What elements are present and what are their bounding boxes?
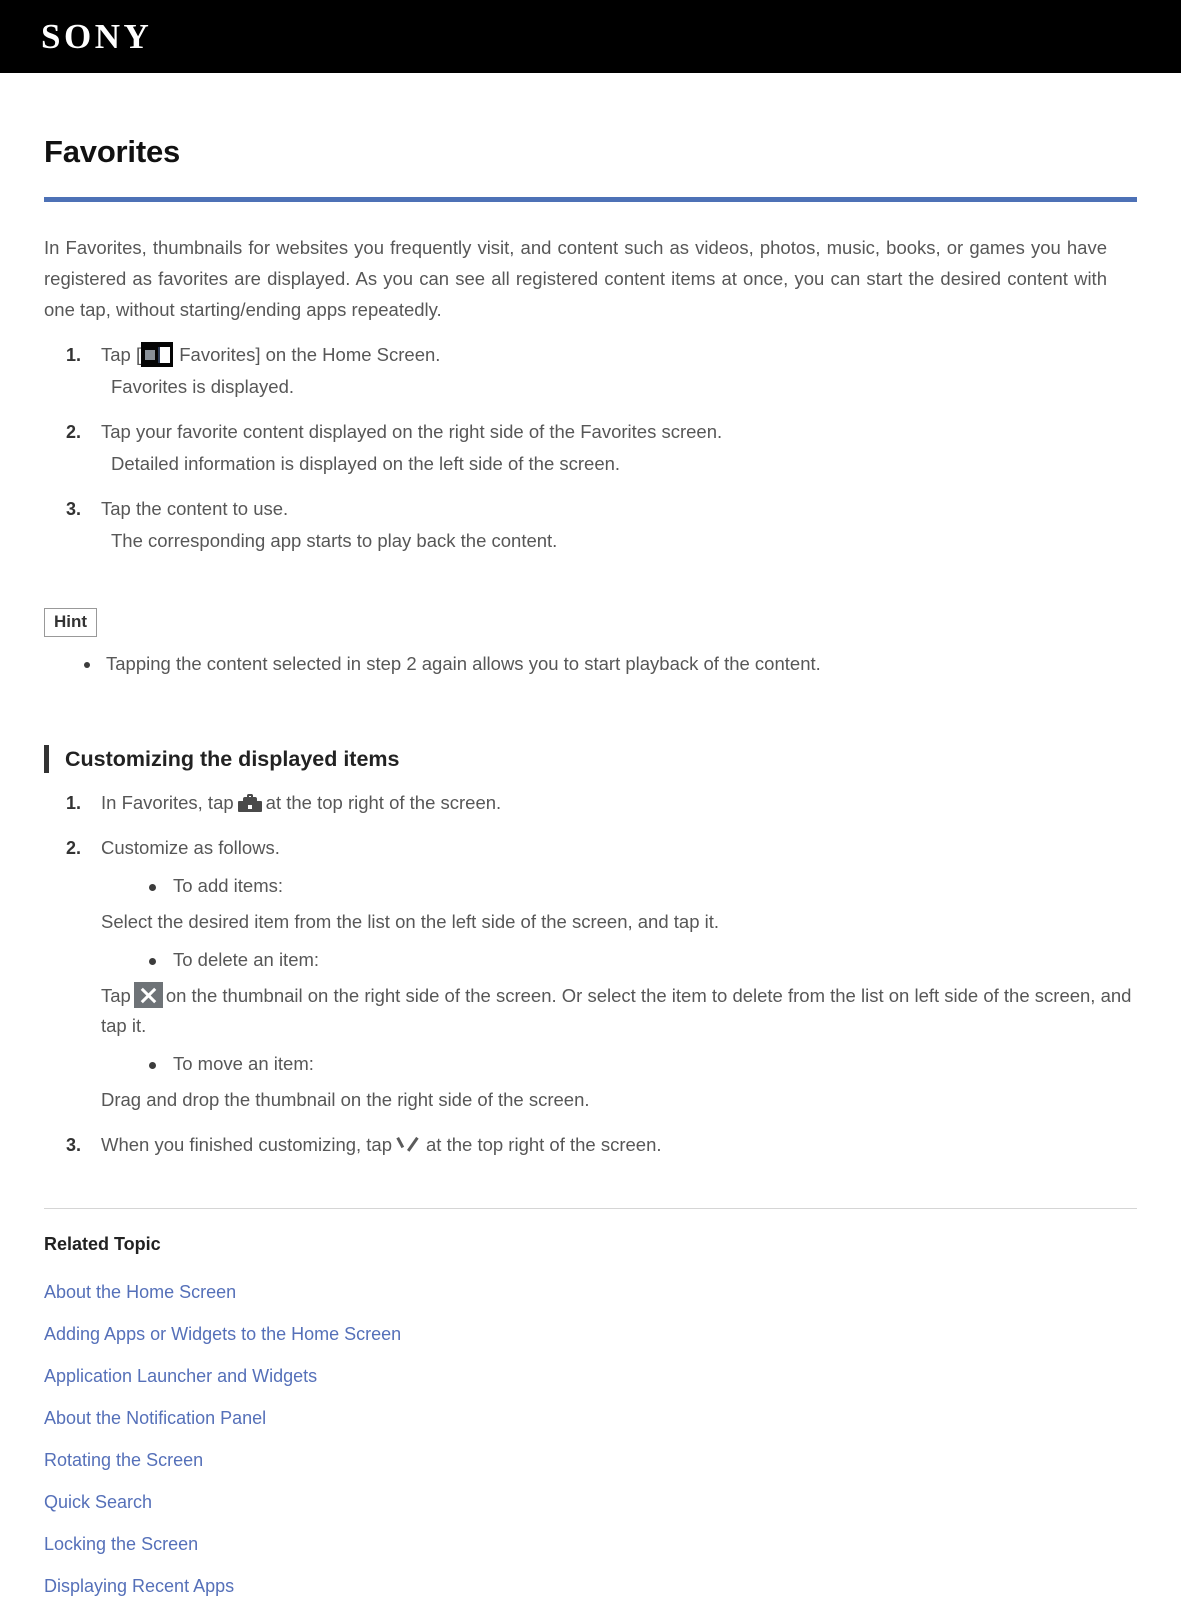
site-header: SONY (0, 0, 1181, 73)
delete-text-before: Tap (101, 985, 131, 1006)
check-icon (396, 1135, 422, 1155)
step-number: 1. (66, 793, 82, 813)
favorites-icon (141, 342, 174, 367)
section-step-item-2: 2. Customize as follows. To add items: S… (44, 833, 1137, 1115)
customize-bullet-move: To move an item: (149, 1049, 1137, 1079)
related-topic-title: Related Topic (44, 1234, 161, 1254)
step-text-before: In Favorites, tap (101, 792, 234, 813)
step-number: 2. (66, 838, 82, 858)
step-text-before: Tap [ (101, 344, 142, 365)
step-text: Tap the content to use. (101, 498, 289, 519)
favorites-icon-right-square (158, 347, 171, 363)
customize-body-add: Select the desired item from the list on… (101, 911, 720, 932)
customize-bullets: To move an item: (101, 1049, 1137, 1079)
step-result: The corresponding app starts to play bac… (111, 530, 558, 551)
main-steps-list: 1. Tap [ Favorites] on the Home Screen. … (44, 340, 1137, 556)
step-text: Tap your favorite content displayed on t… (101, 421, 723, 442)
related-link-home-screen[interactable]: About the Home Screen (44, 1271, 1137, 1313)
section-step-item-1: 1. In Favorites, tap at the top right of … (44, 788, 1137, 818)
customize-bullet-add: To add items: (149, 871, 1137, 901)
customize-bullets: To delete an item: (101, 945, 1137, 975)
step-item-1: 1. Tap [ Favorites] on the Home Screen. … (44, 340, 1137, 402)
customize-bullet-delete: To delete an item: (149, 945, 1137, 975)
related-link-locking-screen[interactable]: Locking the Screen (44, 1523, 1137, 1565)
step-number: 3. (66, 499, 82, 519)
step-item-3: 3. Tap the content to use. The correspon… (44, 494, 1137, 556)
toolbox-icon (237, 794, 262, 812)
related-link-adding-apps[interactable]: Adding Apps or Widgets to the Home Scree… (44, 1313, 1137, 1355)
hint-list: Tapping the content selected in step 2 a… (44, 649, 1137, 679)
related-link-quick-search[interactable]: Quick Search (44, 1481, 1137, 1523)
hint-list-item: Tapping the content selected in step 2 a… (84, 649, 1137, 679)
step-number: 1. (66, 345, 82, 365)
section-heading-bar (44, 745, 49, 773)
related-divider (44, 1208, 1137, 1209)
section-heading-label: Customizing the displayed items (65, 747, 400, 771)
delete-text-after: on the thumbnail on the right side of th… (101, 985, 1132, 1036)
page-title: Favorites (44, 134, 181, 169)
title-divider (44, 197, 1137, 202)
step-item-2: 2. Tap your favorite content displayed o… (44, 417, 1137, 479)
section-steps-list: 1. In Favorites, tap at the top right of … (44, 788, 1137, 1160)
intro-paragraph: In Favorites, thumbnails for websites yo… (44, 237, 1107, 320)
step-number: 2. (66, 422, 82, 442)
step-result: Detailed information is displayed on the… (111, 453, 621, 474)
customize-bullets: To add items: (101, 871, 1137, 901)
close-x-icon (133, 982, 163, 1008)
sony-logo[interactable]: SONY (41, 17, 152, 57)
step-text: Customize as follows. (101, 837, 280, 858)
related-link-notification-panel[interactable]: About the Notification Panel (44, 1397, 1137, 1439)
related-link-app-launcher[interactable]: Application Launcher and Widgets (44, 1355, 1137, 1397)
step-number: 3. (66, 1135, 82, 1155)
customize-body-move: Drag and drop the thumbnail on the right… (101, 1089, 590, 1110)
step-result: Favorites is displayed. (111, 376, 295, 397)
step-text-after: Favorites] on the Home Screen. (174, 344, 441, 365)
hint-section: Hint Tapping the content selected in ste… (44, 608, 1137, 679)
section-heading: Customizing the displayed items (44, 745, 1137, 773)
section-step-item-3: 3. When you finished customizing, tap at … (44, 1130, 1137, 1160)
step-text-after: at the top right of the screen. (265, 792, 502, 813)
step-text-before: When you finished customizing, tap (101, 1134, 393, 1155)
page-content: Favorites In Favorites, thumbnails for w… (0, 133, 1181, 1607)
customize-body-delete: Tap on the thumbnail on the right side of… (101, 981, 1137, 1041)
step-text-after: at the top right of the screen. (426, 1134, 662, 1155)
related-link-rotating-screen[interactable]: Rotating the Screen (44, 1439, 1137, 1481)
hint-badge: Hint (44, 608, 98, 637)
related-link-recent-apps[interactable]: Displaying Recent Apps (44, 1565, 1137, 1607)
favorites-icon-left-square (145, 350, 156, 360)
toolbox-icon-latch (247, 805, 252, 809)
related-links-list: About the Home Screen Adding Apps or Wid… (44, 1271, 1137, 1607)
